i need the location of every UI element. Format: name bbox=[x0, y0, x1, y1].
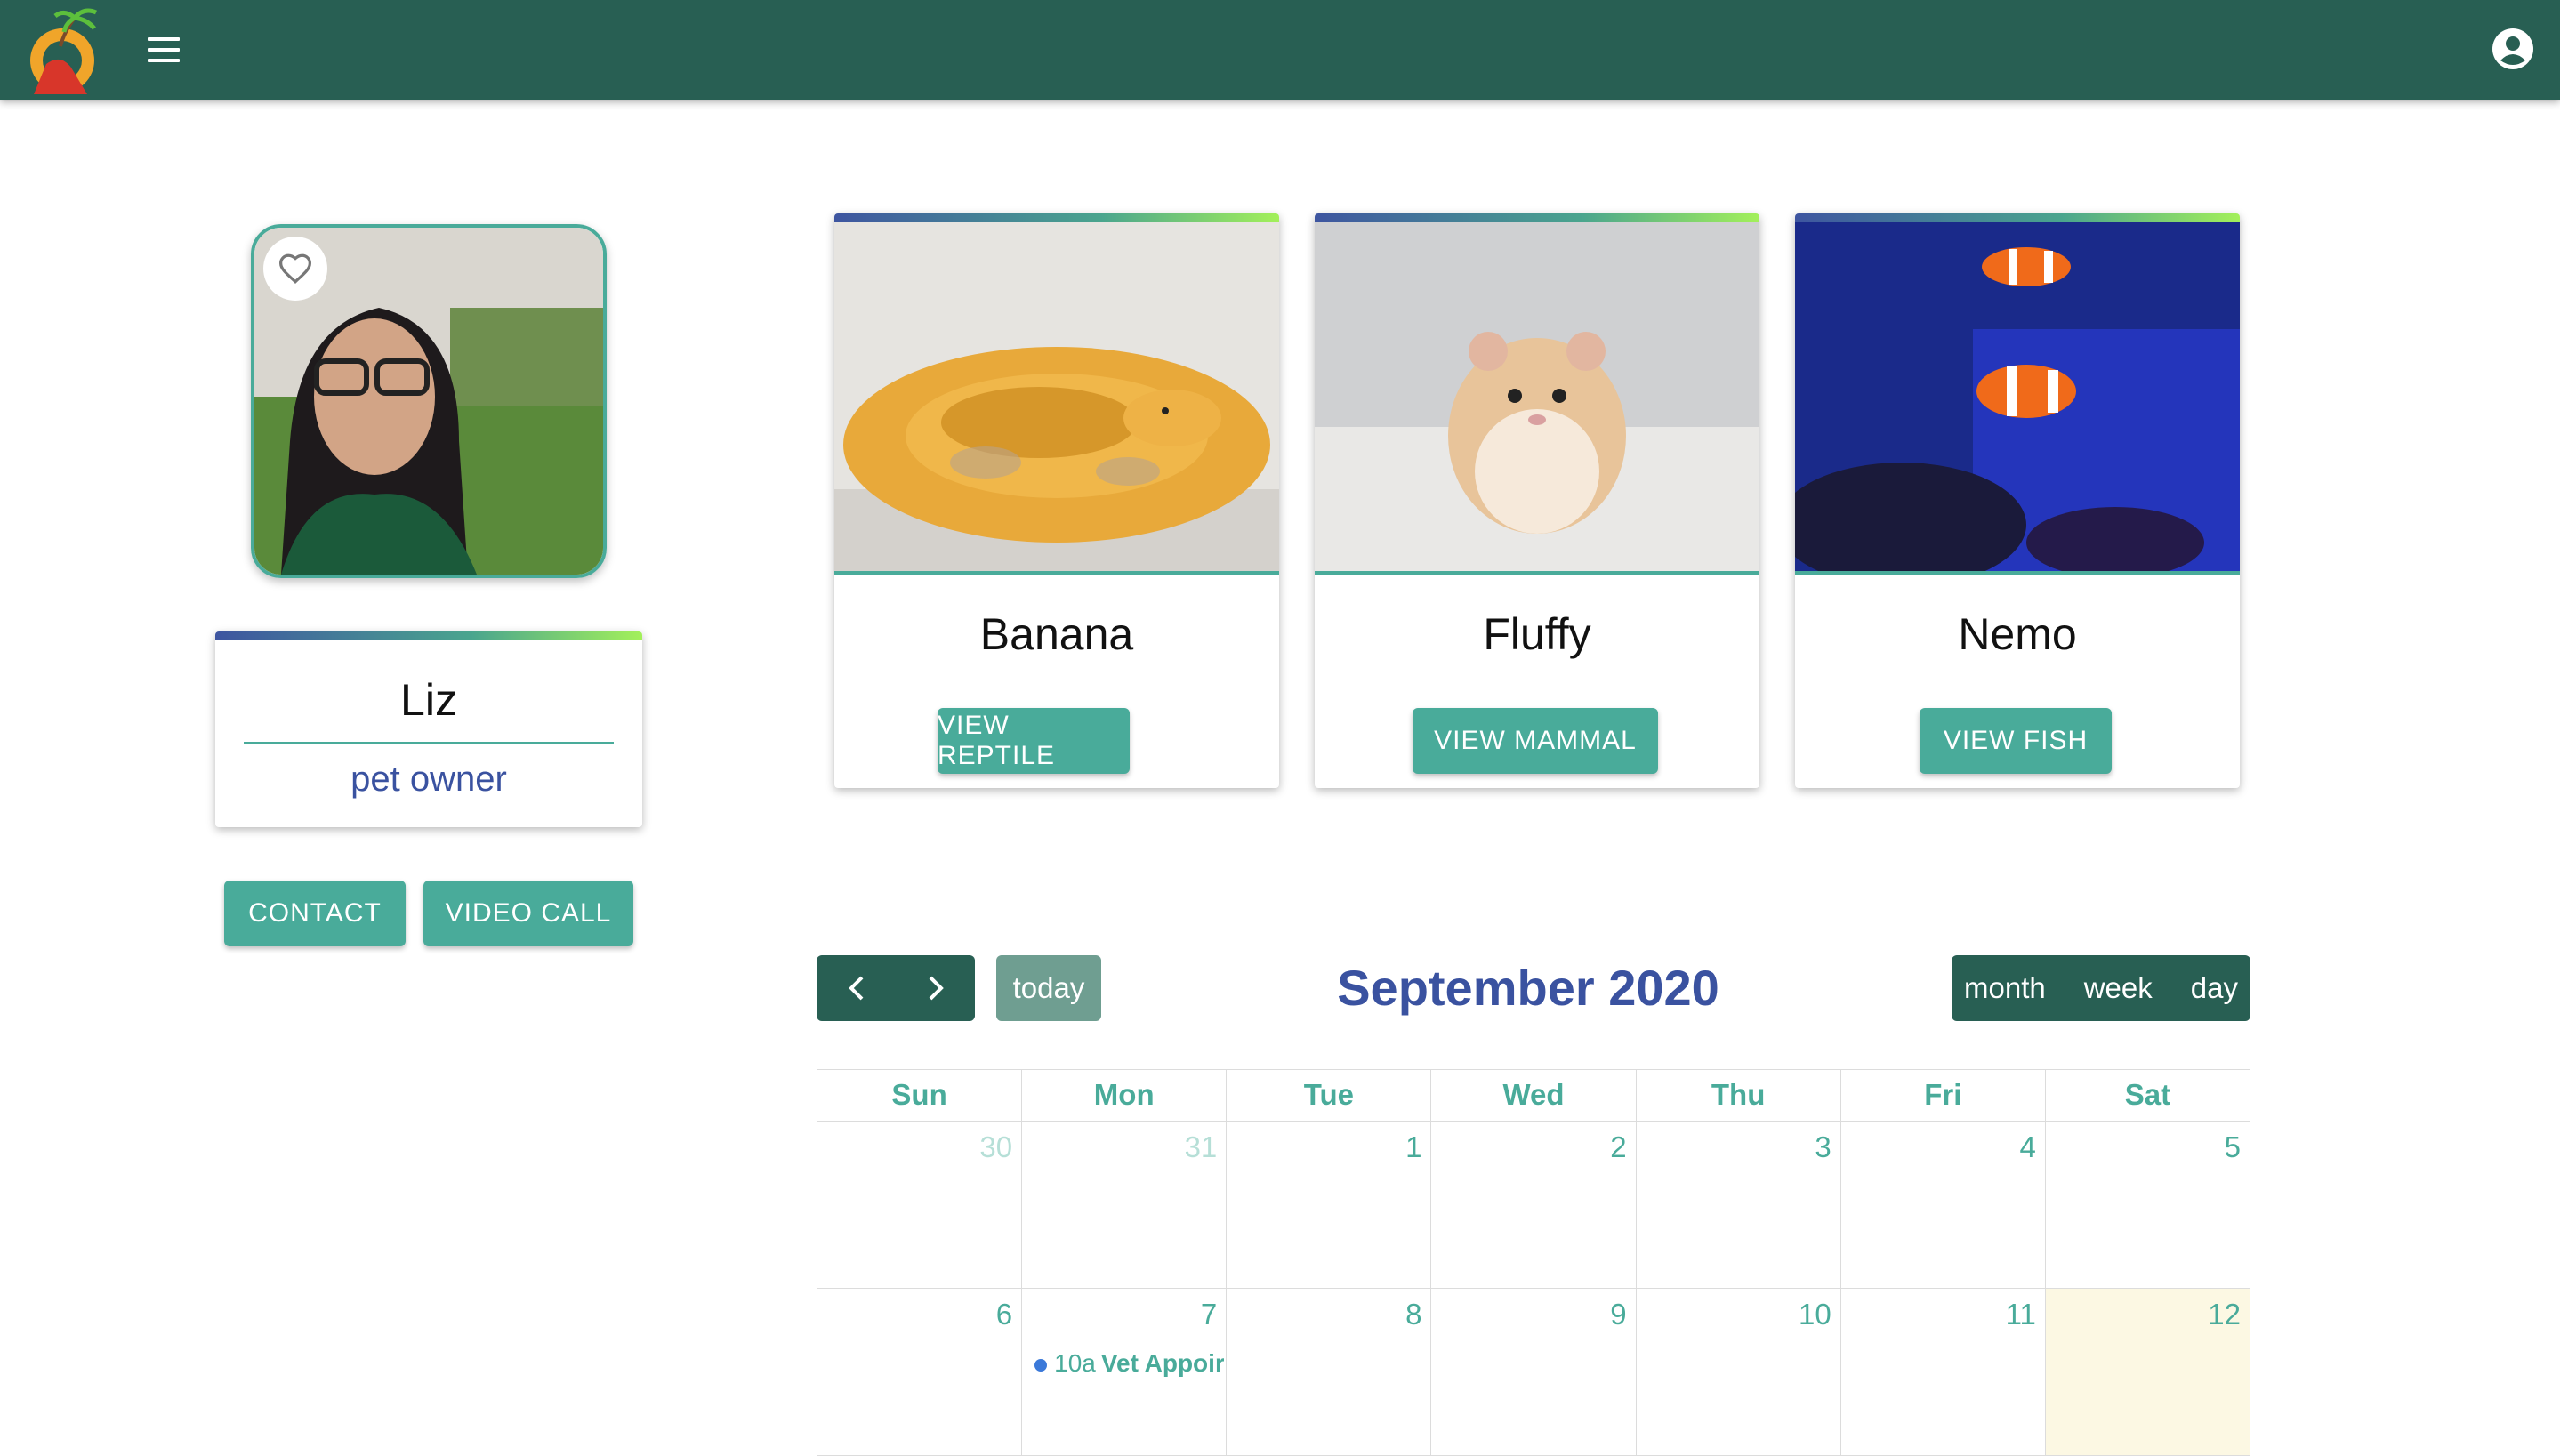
contact-button[interactable]: CONTACT bbox=[224, 881, 406, 946]
pet-card-fluffy: Fluffy VIEW MAMMAL bbox=[1315, 213, 1759, 788]
pet-photo-snake bbox=[834, 222, 1279, 575]
calendar-week-row: 6 7 10a Vet Appoir 8 9 10 11 12 bbox=[817, 1289, 2250, 1456]
app-logo[interactable] bbox=[25, 5, 109, 94]
view-day-button[interactable]: day bbox=[2191, 971, 2238, 1005]
name-divider bbox=[244, 742, 614, 744]
day-number: 9 bbox=[1610, 1298, 1627, 1331]
top-app-bar bbox=[0, 0, 2560, 100]
chevron-left-icon[interactable] bbox=[817, 955, 896, 1021]
event-time: 10a bbox=[1054, 1349, 1096, 1377]
weekday-label: Sun bbox=[817, 1070, 1023, 1122]
view-month-button[interactable]: month bbox=[1964, 971, 2046, 1005]
calendar-day-cell[interactable]: 9 bbox=[1431, 1289, 1637, 1456]
pet-photo-hamster bbox=[1315, 222, 1759, 575]
day-number: 4 bbox=[2019, 1130, 2036, 1163]
profile-photo bbox=[251, 224, 607, 578]
calendar-event[interactable]: 10a Vet Appoir bbox=[1034, 1349, 1224, 1378]
pet-photo-clownfish bbox=[1795, 222, 2240, 575]
calendar-week-row: 30 31 1 2 3 4 5 bbox=[817, 1122, 2250, 1289]
day-number: 12 bbox=[2208, 1298, 2241, 1331]
account-circle-icon[interactable] bbox=[2491, 27, 2535, 71]
owner-name-card: Liz pet owner bbox=[215, 631, 642, 827]
calendar-day-cell-today[interactable]: 12 bbox=[2045, 1289, 2250, 1456]
pet-card-nemo: Nemo VIEW FISH bbox=[1795, 213, 2240, 788]
owner-name: Liz bbox=[400, 675, 457, 725]
calendar-day-cell[interactable]: 5 bbox=[2045, 1122, 2250, 1289]
day-number: 1 bbox=[1405, 1130, 1422, 1163]
pet-name: Nemo bbox=[1958, 609, 2077, 659]
video-call-button[interactable]: VIDEO CALL bbox=[423, 881, 633, 946]
gradient-accent-bar bbox=[1795, 213, 2240, 222]
favorite-heart-icon[interactable] bbox=[263, 237, 327, 301]
calendar-day-cell[interactable]: 10 bbox=[1636, 1289, 1841, 1456]
chevron-right-icon[interactable] bbox=[896, 955, 975, 1021]
pet-name: Fluffy bbox=[1483, 609, 1591, 659]
weekday-label: Fri bbox=[1840, 1070, 2046, 1122]
day-number: 31 bbox=[1184, 1130, 1218, 1163]
day-number: 7 bbox=[1200, 1298, 1218, 1331]
calendar-day-cell[interactable]: 3 bbox=[1636, 1122, 1841, 1289]
day-number: 30 bbox=[979, 1130, 1013, 1163]
gradient-accent-bar bbox=[215, 631, 642, 640]
calendar-view-switcher: month week day bbox=[1952, 955, 2250, 1021]
pet-card-banana: Banana VIEW REPTILE bbox=[834, 213, 1279, 788]
day-number: 8 bbox=[1405, 1298, 1422, 1331]
calendar-day-cell[interactable]: 30 bbox=[817, 1122, 1023, 1289]
pet-name: Banana bbox=[979, 609, 1134, 659]
calendar-day-cell[interactable]: 2 bbox=[1431, 1122, 1637, 1289]
weekday-label: Wed bbox=[1431, 1070, 1637, 1122]
view-week-button[interactable]: week bbox=[2084, 971, 2153, 1005]
owner-role: pet owner bbox=[350, 760, 507, 799]
day-number: 11 bbox=[2005, 1298, 2036, 1331]
weekday-header: Sun Mon Tue Wed Thu Fri Sat bbox=[817, 1070, 2250, 1122]
calendar-day-cell[interactable]: 31 bbox=[1022, 1122, 1228, 1289]
event-dot-icon bbox=[1034, 1358, 1048, 1372]
calendar-day-cell[interactable]: 1 bbox=[1227, 1122, 1432, 1289]
calendar-day-cell[interactable]: 6 bbox=[817, 1289, 1023, 1456]
calendar-day-cell[interactable]: 4 bbox=[1840, 1122, 2046, 1289]
view-reptile-button[interactable]: VIEW REPTILE bbox=[938, 708, 1130, 774]
view-mammal-button[interactable]: VIEW MAMMAL bbox=[1413, 708, 1658, 774]
weekday-label: Tue bbox=[1227, 1070, 1432, 1122]
calendar-nav-group bbox=[817, 955, 975, 1021]
calendar-title: September 2020 bbox=[1337, 960, 1719, 1016]
day-number: 2 bbox=[1610, 1130, 1627, 1163]
today-button[interactable]: today bbox=[996, 955, 1101, 1021]
day-number: 6 bbox=[995, 1298, 1013, 1331]
event-title: Vet Appoir bbox=[1100, 1349, 1225, 1377]
day-number: 5 bbox=[2224, 1130, 2241, 1163]
calendar-grid: Sun Mon Tue Wed Thu Fri Sat 30 31 1 2 3 … bbox=[817, 1069, 2250, 1456]
weekday-label: Sat bbox=[2045, 1070, 2250, 1122]
day-number: 3 bbox=[1815, 1130, 1831, 1163]
gradient-accent-bar bbox=[1315, 213, 1759, 222]
hamburger-menu-icon[interactable] bbox=[142, 32, 185, 68]
weekday-label: Mon bbox=[1022, 1070, 1228, 1122]
day-number: 10 bbox=[1798, 1298, 1831, 1331]
view-fish-button[interactable]: VIEW FISH bbox=[1920, 708, 2112, 774]
calendar-day-cell[interactable]: 7 10a Vet Appoir bbox=[1022, 1289, 1228, 1456]
gradient-accent-bar bbox=[834, 213, 1279, 222]
calendar-day-cell[interactable]: 8 bbox=[1227, 1289, 1432, 1456]
calendar-day-cell[interactable]: 11 bbox=[1840, 1289, 2046, 1456]
weekday-label: Thu bbox=[1636, 1070, 1841, 1122]
